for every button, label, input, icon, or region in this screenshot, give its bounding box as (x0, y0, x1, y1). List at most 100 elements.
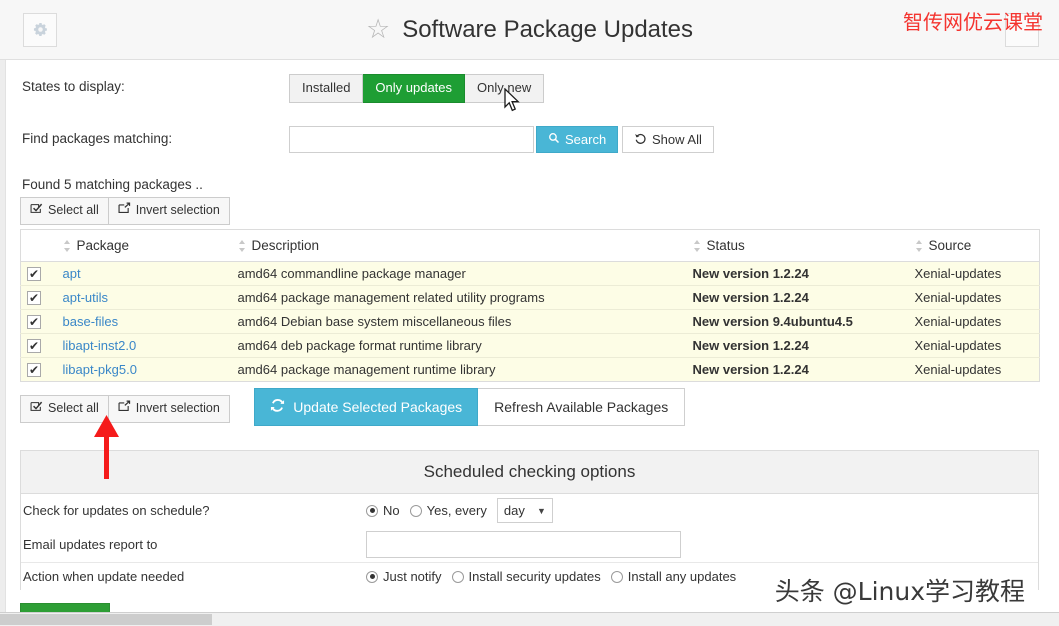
update-selected-label: Update Selected Packages (293, 399, 463, 416)
table-row: ✔ libapt-pkg5.0 amd64 package management r… (20, 357, 1040, 382)
radio-schedule-yes-label: Yes, every (426, 503, 487, 519)
watermark-top: 智传网优云课堂 (903, 10, 1043, 34)
invert-selection-button-bottom[interactable]: Invert selection (108, 395, 230, 424)
column-header-source-label: Source (928, 238, 972, 253)
schedule-interval-value: day (503, 503, 525, 519)
update-selected-packages-button[interactable]: Update Selected Packages (254, 388, 479, 427)
row-checkbox[interactable]: ✔ (27, 291, 41, 306)
show-all-button[interactable]: Show All (622, 126, 714, 153)
radio-schedule-no[interactable] (366, 504, 378, 517)
status-cell: New version 1.2.24 (686, 261, 909, 287)
column-header-description-label: Description (251, 238, 320, 253)
invert-selection-label-bottom: Invert selection (135, 401, 220, 416)
states-button-group: Installed Only updates Only new (289, 74, 545, 103)
radio-install-security[interactable] (451, 570, 464, 583)
select-all-label-bottom: Select all (48, 401, 99, 416)
chevron-down-icon: ▼ (536, 505, 546, 516)
package-link[interactable]: libapt-inst2.0 (63, 338, 137, 353)
checked-box-icon (30, 202, 43, 219)
description-cell: amd64 package management runtime library (231, 357, 687, 382)
selection-toolbar-top: Select all Invert selection (20, 197, 230, 225)
packages-table: Package Description Status Source ✔ apt … (20, 229, 1040, 383)
package-cell: libapt-pkg5.0 (56, 357, 232, 382)
check-schedule-label: Check for updates on schedule? (23, 503, 210, 519)
invert-box-icon (118, 400, 131, 417)
email-report-label: Email updates report to (23, 537, 158, 553)
row-checkbox-cell: ✔ (20, 357, 57, 382)
radio-just-notify[interactable] (366, 570, 378, 583)
packages-table-head: Package Description Status Source (20, 229, 1040, 263)
invert-selection-button-top[interactable]: Invert selection (108, 197, 230, 225)
source-cell: Xenial-updates (908, 285, 1040, 311)
action-needed-label: Action when update needed (23, 569, 185, 585)
application-window: ☆ Software Package Updates 智传网优云课堂 State… (0, 0, 1059, 626)
package-link[interactable]: base-files (63, 314, 119, 329)
row-checkbox[interactable]: ✔ (27, 363, 41, 378)
table-row: ✔ libapt-inst2.0 amd64 deb package format … (20, 333, 1040, 359)
scheduled-options-panel: Scheduled checking options Check for upd… (20, 450, 1039, 591)
source-cell: Xenial-updates (908, 357, 1040, 382)
settings-gear-button[interactable] (23, 12, 57, 47)
column-header-package-label: Package (76, 238, 130, 253)
selection-toolbar-bottom: Select all Invert selection (20, 395, 230, 424)
search-button-label: Search (565, 132, 607, 147)
radio-install-any[interactable] (610, 570, 623, 583)
sort-icon-package[interactable] (63, 239, 71, 253)
state-button-only-new[interactable]: Only new (465, 74, 545, 103)
show-all-label: Show All (652, 132, 702, 147)
sort-icon-source[interactable] (915, 239, 923, 253)
check-schedule-row: Check for updates on schedule? No Yes, e… (21, 494, 1038, 527)
sort-icon-description[interactable] (238, 239, 246, 253)
search-button[interactable]: Search (536, 126, 619, 153)
status-cell: New version 1.2.24 (686, 357, 909, 382)
states-label: States to display: (22, 79, 125, 94)
page-title: Software Package Updates (402, 15, 694, 43)
horizontal-scrollbar-thumb[interactable] (0, 614, 212, 625)
find-label: Find packages matching: (22, 131, 173, 146)
package-link[interactable]: apt (63, 266, 81, 281)
radio-install-any-label: Install any updates (627, 569, 737, 585)
invert-selection-label-top: Invert selection (135, 203, 220, 217)
watermark-bottom: 头条 @Linux学习教程 (774, 577, 1025, 606)
select-all-button-bottom[interactable]: Select all (20, 395, 109, 424)
state-button-only-updates[interactable]: Only updates (363, 74, 466, 103)
radio-schedule-no-label: No (383, 503, 400, 519)
table-header-row: Package Description Status Source (20, 229, 1040, 263)
found-count-text: Found 5 matching packages .. (22, 177, 203, 192)
email-report-input[interactable] (366, 531, 681, 559)
source-cell: Xenial-updates (908, 261, 1040, 287)
row-checkbox[interactable]: ✔ (27, 315, 41, 330)
package-link[interactable]: apt-utils (63, 290, 109, 305)
row-checkbox[interactable]: ✔ (27, 267, 41, 282)
row-checkbox-cell: ✔ (20, 261, 57, 287)
packages-table-body: ✔ apt amd64 commandline package manager New… (20, 261, 1040, 382)
column-header-status[interactable]: Status (686, 229, 909, 263)
horizontal-scrollbar[interactable] (0, 612, 1059, 626)
schedule-interval-select[interactable]: day ▼ (496, 498, 553, 524)
package-link[interactable]: libapt-pkg5.0 (63, 362, 137, 377)
description-cell: amd64 deb package format runtime library (231, 333, 687, 359)
search-input[interactable] (289, 126, 534, 153)
column-header-checkbox (20, 229, 57, 263)
state-button-installed[interactable]: Installed (289, 74, 364, 103)
favorite-star-icon[interactable]: ☆ (366, 16, 390, 43)
check-schedule-field: No Yes, every day ▼ (366, 498, 1038, 524)
scheduled-options-heading: Scheduled checking options (21, 451, 1038, 495)
row-checkbox-cell: ✔ (20, 285, 57, 311)
refresh-available-packages-button[interactable]: Refresh Available Packages (478, 388, 686, 427)
row-checkbox-cell: ✔ (20, 309, 57, 335)
column-header-description[interactable]: Description (231, 229, 687, 263)
column-header-source[interactable]: Source (908, 229, 1040, 263)
radio-schedule-yes[interactable] (409, 504, 422, 517)
sort-icon-status[interactable] (693, 239, 701, 253)
invert-box-icon (118, 202, 131, 219)
email-report-field (366, 531, 1038, 559)
column-header-package[interactable]: Package (56, 229, 232, 263)
package-cell: base-files (56, 309, 232, 335)
package-cell: apt-utils (56, 285, 232, 311)
select-all-button-top[interactable]: Select all (20, 197, 109, 225)
row-checkbox[interactable]: ✔ (27, 339, 41, 354)
select-all-label-top: Select all (48, 203, 99, 217)
main-content: States to display: Installed Only update… (0, 74, 1059, 626)
page-header: ☆ Software Package Updates 智传网优云课堂 (0, 0, 1059, 60)
